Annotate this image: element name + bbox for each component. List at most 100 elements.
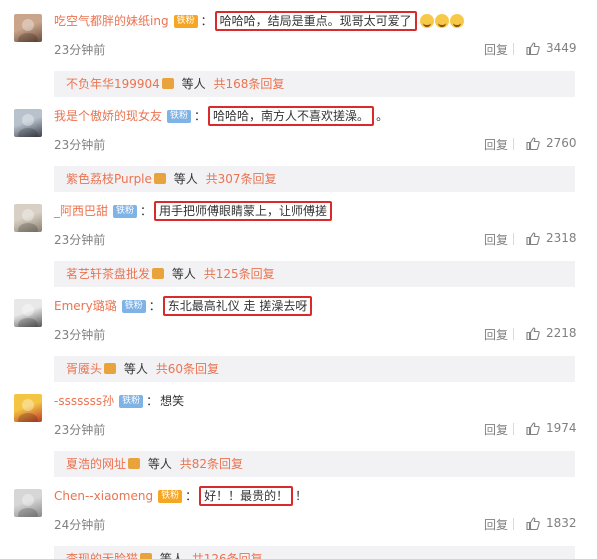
like-count: 1832 bbox=[546, 516, 577, 530]
comment-header: 吃空气都胖的妹纸ing 铁粉 ： 哈哈哈，结局是重点。现哥太可爱了 bbox=[54, 11, 464, 31]
comment-header: _阿西巴甜 铁粉 ： 用手把师傅眼睛蒙上，让师傅搓 bbox=[54, 201, 334, 221]
fan-badge: 铁粉 bbox=[121, 299, 146, 313]
colon-separator: ： bbox=[194, 109, 207, 123]
sub-reply-middle: 等人 bbox=[173, 172, 198, 186]
fan-badge: 铁粉 bbox=[173, 14, 198, 28]
avatar-image-icon bbox=[18, 209, 38, 232]
thumbs-up-icon bbox=[526, 421, 540, 435]
colon-separator: ： bbox=[185, 489, 198, 503]
reply-button[interactable]: 回复 bbox=[484, 41, 508, 58]
comment-time: 23分钟前 bbox=[54, 43, 106, 57]
like-button[interactable]: 1832 bbox=[526, 516, 577, 530]
laugh-emoji-icon bbox=[419, 14, 434, 28]
colon-separator: ： bbox=[148, 299, 161, 313]
comment-text: 哈哈哈，南方人不喜欢搓澡。 bbox=[208, 106, 375, 126]
comment-header: Chen--xiaomeng 铁粉 ： 好！！最贵的！ ！ bbox=[54, 486, 308, 506]
avatar-image-icon bbox=[18, 114, 38, 137]
avatar[interactable] bbox=[14, 14, 42, 42]
sub-reply-user[interactable]: 紫色荔枝Purple bbox=[66, 172, 152, 186]
sub-reply-middle: 等人 bbox=[171, 267, 196, 281]
sub-reply-count-link[interactable]: 共125条回复 bbox=[204, 267, 275, 281]
reply-button[interactable]: 回复 bbox=[484, 136, 508, 153]
username-link[interactable]: _阿西巴甜 bbox=[54, 202, 108, 220]
vip-badge-icon bbox=[104, 363, 117, 374]
sub-replies-bar[interactable]: 紫色荔枝Purple 等人 共307条回复 bbox=[54, 166, 575, 192]
like-button[interactable]: 2318 bbox=[526, 231, 577, 245]
sub-replies-bar[interactable]: 夏浩的网址 等人 共82条回复 bbox=[54, 451, 575, 477]
username-link[interactable]: 我是个傲娇的现女友 bbox=[54, 107, 162, 125]
fan-badge: 铁粉 bbox=[158, 489, 183, 503]
username-link[interactable]: Emery璐璐 bbox=[54, 297, 117, 315]
action-divider bbox=[513, 423, 514, 435]
comment-header: Emery璐璐 铁粉 ： 东北最高礼仪 走 搓澡去呀 bbox=[54, 296, 314, 316]
action-divider bbox=[513, 43, 514, 55]
colon-separator: ： bbox=[200, 14, 213, 28]
thumbs-up-icon bbox=[526, 41, 540, 55]
reply-button[interactable]: 回复 bbox=[484, 516, 508, 533]
sub-reply-middle: 等人 bbox=[123, 362, 148, 376]
comment-text: 东北最高礼仪 走 搓澡去呀 bbox=[162, 296, 313, 316]
username-link[interactable]: Chen--xiaomeng bbox=[54, 487, 153, 505]
action-divider bbox=[513, 233, 514, 245]
thumbs-up-icon bbox=[526, 326, 540, 340]
sub-reply-user[interactable]: 胥魇头 bbox=[66, 362, 102, 376]
sub-reply-middle: 等人 bbox=[147, 457, 172, 471]
like-count: 2318 bbox=[546, 231, 577, 245]
comment-time: 24分钟前 bbox=[54, 518, 106, 532]
like-button[interactable]: 3449 bbox=[526, 41, 577, 55]
avatar-image-icon bbox=[18, 19, 38, 42]
avatar[interactable] bbox=[14, 489, 42, 517]
grin-emoji-icon bbox=[449, 14, 464, 28]
comment-time: 23分钟前 bbox=[54, 423, 106, 437]
sub-replies-bar[interactable]: 李现的无脸猫 等人 共126条回复 bbox=[54, 546, 575, 559]
comment-header: 我是个傲娇的现女友 铁粉 ： 哈哈哈，南方人不喜欢搓澡。 。 bbox=[54, 106, 388, 126]
sub-reply-user[interactable]: 李现的无脸猫 bbox=[66, 552, 138, 559]
reply-button[interactable]: 回复 bbox=[484, 231, 508, 248]
username-link[interactable]: -sssssss孙 bbox=[54, 392, 114, 410]
comment-text-tail: ！ bbox=[295, 489, 308, 503]
sub-reply-user[interactable]: 不负年华199904 bbox=[66, 77, 160, 91]
avatar[interactable] bbox=[14, 109, 42, 137]
sub-replies-bar[interactable]: 茗艺轩茶盘批发 等人 共125条回复 bbox=[54, 261, 575, 287]
username-link[interactable]: 吃空气都胖的妹纸ing bbox=[54, 12, 169, 30]
fan-badge: 铁粉 bbox=[167, 109, 192, 123]
like-button[interactable]: 2218 bbox=[526, 326, 577, 340]
comment-header: -sssssss孙 铁粉 ： 想笑 bbox=[54, 392, 186, 410]
cry-emoji-icon bbox=[434, 14, 449, 28]
like-button[interactable]: 1974 bbox=[526, 421, 577, 435]
avatar-image-icon bbox=[18, 399, 38, 422]
avatar-image-icon bbox=[18, 304, 38, 327]
vip-badge-icon bbox=[140, 553, 153, 559]
sub-replies-bar[interactable]: 不负年华199904 等人 共168条回复 bbox=[54, 71, 575, 97]
avatar[interactable] bbox=[14, 299, 42, 327]
sub-reply-count-link[interactable]: 共82条回复 bbox=[180, 457, 243, 471]
reply-button[interactable]: 回复 bbox=[484, 421, 508, 438]
sub-reply-count-link[interactable]: 共60条回复 bbox=[156, 362, 219, 376]
sub-replies-bar[interactable]: 胥魇头 等人 共60条回复 bbox=[54, 356, 575, 382]
comment-text: 哈哈哈，结局是重点。现哥太可爱了 bbox=[214, 11, 417, 31]
avatar[interactable] bbox=[14, 394, 42, 422]
sub-reply-count-link[interactable]: 共307条回复 bbox=[206, 172, 277, 186]
sub-reply-count-link[interactable]: 共168条回复 bbox=[213, 77, 284, 91]
fan-badge: 铁粉 bbox=[119, 394, 144, 408]
sub-reply-middle: 等人 bbox=[181, 77, 206, 91]
like-count: 3449 bbox=[546, 41, 577, 55]
comment-time: 23分钟前 bbox=[54, 328, 106, 342]
like-count: 2218 bbox=[546, 326, 577, 340]
vip-badge-icon bbox=[161, 78, 174, 89]
sub-reply-middle: 等人 bbox=[159, 552, 184, 559]
action-divider bbox=[513, 328, 514, 340]
vip-badge-icon bbox=[128, 458, 141, 469]
colon-separator: ： bbox=[146, 394, 159, 408]
like-button[interactable]: 2760 bbox=[526, 136, 577, 150]
sub-reply-user[interactable]: 茗艺轩茶盘批发 bbox=[66, 267, 150, 281]
vip-badge-icon bbox=[153, 173, 166, 184]
fan-badge: 铁粉 bbox=[113, 204, 138, 218]
avatar[interactable] bbox=[14, 204, 42, 232]
sub-reply-count-link[interactable]: 共126条回复 bbox=[192, 552, 263, 559]
action-divider bbox=[513, 138, 514, 150]
vip-badge-icon bbox=[152, 268, 165, 279]
action-divider bbox=[513, 518, 514, 530]
sub-reply-user[interactable]: 夏浩的网址 bbox=[66, 457, 126, 471]
reply-button[interactable]: 回复 bbox=[484, 326, 508, 343]
